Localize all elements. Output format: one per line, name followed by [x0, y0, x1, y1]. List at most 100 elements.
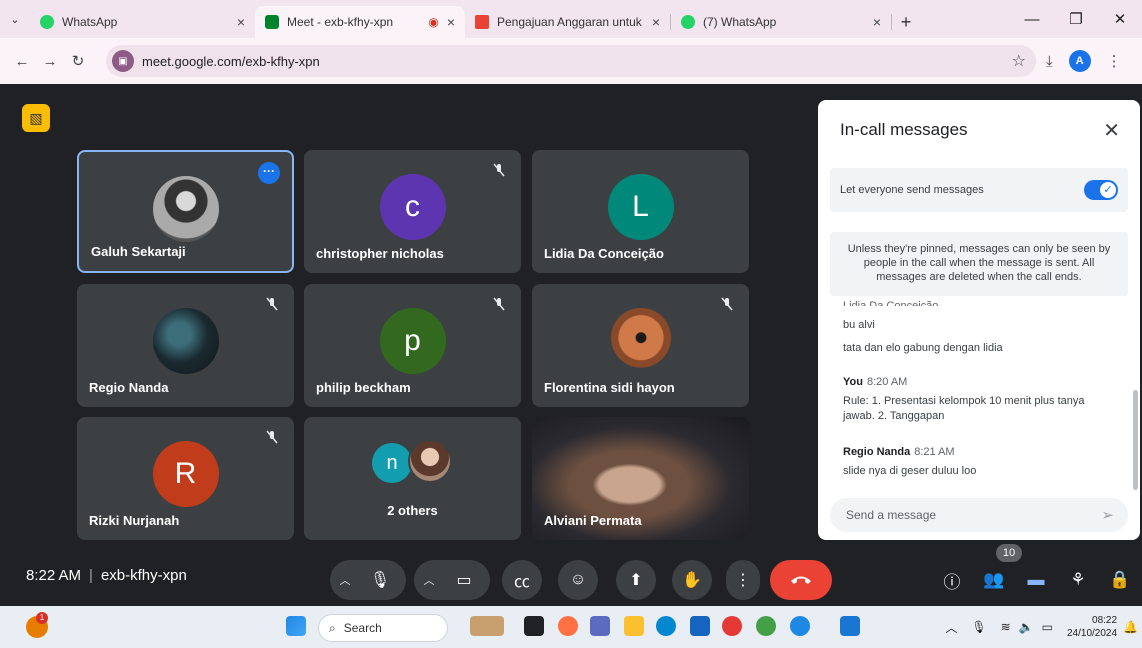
- tab-whatsapp-2[interactable]: (7) WhatsApp ×: [671, 6, 891, 38]
- meeting-details: 8:22 AM | exb-kfhy-xpn: [26, 567, 187, 584]
- message-sender: Regio Nanda: [843, 446, 911, 458]
- store-icon[interactable]: [690, 616, 710, 636]
- profile-avatar[interactable]: A: [1068, 50, 1091, 72]
- file-explorer-icon[interactable]: [624, 616, 644, 636]
- minimize-icon[interactable]: —: [1010, 11, 1054, 28]
- message-group: You 8:20 AM Rule: 1. Presentasi kelompok …: [843, 376, 1118, 432]
- present-screen-icon[interactable]: ⬆: [616, 560, 656, 600]
- word-icon[interactable]: [840, 616, 860, 636]
- microphone-icon[interactable]: 🎙: [360, 570, 400, 590]
- raise-hand-icon[interactable]: ✋: [672, 560, 712, 600]
- show-hidden-icons-icon[interactable]: ︿: [945, 619, 957, 636]
- browser-toolbar: ← → ↻ ▣ meet.google.com/exb-kfhy-xpn ☆ ⤓…: [0, 38, 1142, 84]
- allow-messages-toggle[interactable]: ✓: [1084, 180, 1118, 200]
- task-view-icon[interactable]: [524, 616, 544, 636]
- notifications-bell-icon[interactable]: 🔔: [1123, 620, 1138, 634]
- close-tab-icon[interactable]: ×: [237, 14, 245, 30]
- tab-meet[interactable]: Meet - exb-kfhy-xpn ◉ ×: [255, 6, 465, 38]
- participant-tile[interactable]: p philip beckham: [304, 284, 521, 407]
- close-tab-icon[interactable]: ×: [873, 14, 881, 30]
- no-camera-indicator-icon[interactable]: ▧: [22, 104, 50, 132]
- message-list[interactable]: Lidia Da Conceição bu alvi tata dan elo …: [818, 300, 1128, 484]
- audio-options-icon[interactable]: ︿: [330, 572, 360, 588]
- meeting-details-icon[interactable]: ⓘ: [938, 566, 966, 594]
- message-sender: You: [843, 376, 863, 388]
- message-scrollbar[interactable]: [1133, 390, 1138, 490]
- participant-name: Florentina sidi hayon: [544, 380, 675, 395]
- clock-time: 08:22: [1092, 615, 1118, 626]
- start-menu-icon[interactable]: [286, 616, 306, 636]
- avatar-initial: R: [152, 441, 219, 507]
- back-icon[interactable]: ←: [8, 53, 36, 70]
- restore-icon[interactable]: ❐: [1054, 10, 1098, 28]
- emoji-reaction-icon[interactable]: ☺: [558, 560, 598, 600]
- menu-dots-icon[interactable]: ⋮: [1107, 52, 1122, 70]
- forward-icon[interactable]: →: [36, 53, 64, 70]
- message-input[interactable]: Send a message ➢: [830, 498, 1128, 532]
- leave-call-button[interactable]: [770, 560, 832, 600]
- message-time: 8:21 AM: [914, 446, 955, 458]
- more-options-icon[interactable]: ···: [258, 162, 280, 184]
- video-options-icon[interactable]: ︿: [414, 572, 444, 588]
- browser-tab-bar: ⌄ WhatsApp × Meet - exb-kfhy-xpn ◉ × Pen…: [0, 0, 1142, 38]
- mic-muted-icon: [493, 297, 505, 311]
- chrome-active-icon[interactable]: [790, 616, 810, 636]
- search-icon: ⌕: [329, 620, 336, 635]
- in-call-messages-panel: In-call messages ✕ Let everyone send mes…: [818, 100, 1140, 540]
- captions-icon[interactable]: ㏄: [502, 560, 542, 600]
- close-tab-icon[interactable]: ×: [447, 14, 455, 30]
- participant-video-tile[interactable]: Alviani Permata: [532, 417, 749, 540]
- copilot-icon[interactable]: [558, 616, 578, 636]
- close-tab-icon[interactable]: ×: [652, 14, 660, 30]
- clock[interactable]: 08:22 24/10/2024: [1067, 614, 1117, 640]
- close-icon[interactable]: ✕: [1103, 118, 1120, 143]
- host-controls-icon[interactable]: 🔒: [1106, 566, 1134, 594]
- avatar-initial: p: [379, 308, 446, 374]
- wifi-icon[interactable]: ≋: [1001, 620, 1011, 634]
- close-window-icon[interactable]: ✕: [1098, 10, 1142, 28]
- site-info-icon[interactable]: ▣: [112, 50, 134, 72]
- send-icon[interactable]: ➢: [1101, 506, 1114, 524]
- download-icon[interactable]: ⤓: [1046, 53, 1053, 70]
- message-placeholder: Send a message: [846, 508, 937, 522]
- microphone-tray-icon[interactable]: 🎙: [971, 620, 986, 634]
- participant-tile[interactable]: Regio Nanda: [77, 284, 294, 407]
- reload-icon[interactable]: ↻: [64, 52, 92, 70]
- others-tile[interactable]: n 2 others: [304, 417, 521, 540]
- new-tab-button[interactable]: +: [892, 6, 920, 38]
- camera-icon[interactable]: ▭: [444, 570, 484, 590]
- tab-whatsapp[interactable]: WhatsApp ×: [30, 6, 255, 38]
- participant-tile[interactable]: L Lidia Da Conceição: [532, 150, 749, 273]
- chrome-profile-icon[interactable]: [756, 616, 776, 636]
- avatar-initial: L: [607, 174, 674, 240]
- participant-tile[interactable]: R Rizki Nurjanah: [77, 417, 294, 540]
- chrome-icon[interactable]: [722, 616, 742, 636]
- participant-tile[interactable]: ··· Galuh Sekartaji: [77, 150, 294, 273]
- whatsapp-icon: [681, 15, 695, 29]
- more-options-icon[interactable]: ⋮: [726, 560, 760, 600]
- battery-icon[interactable]: ▭: [1042, 620, 1053, 634]
- meeting-code: exb-kfhy-xpn: [100, 567, 187, 584]
- volume-icon[interactable]: 🔈: [1019, 620, 1034, 634]
- activities-icon[interactable]: ⚘: [1064, 566, 1092, 594]
- participant-name: philip beckham: [316, 380, 411, 395]
- people-icon[interactable]: 👥: [980, 566, 1008, 594]
- teams-icon[interactable]: [590, 616, 610, 636]
- chat-icon[interactable]: ▬: [1022, 566, 1050, 594]
- address-bar[interactable]: ▣ meet.google.com/exb-kfhy-xpn ☆: [106, 45, 1036, 77]
- tab-gmail[interactable]: Pengajuan Anggaran untuk Kon ×: [465, 6, 670, 38]
- message-sender: Lidia Da Conceição: [843, 300, 939, 306]
- participant-tile[interactable]: Florentina sidi hayon: [532, 284, 749, 407]
- tab-search-button[interactable]: ⌄: [0, 0, 30, 38]
- participant-tile[interactable]: c christopher nicholas: [304, 150, 521, 273]
- tab-title: Pengajuan Anggaran untuk Kon: [497, 15, 644, 29]
- bookmark-star-icon[interactable]: ☆: [1012, 51, 1026, 71]
- taskbar-search[interactable]: ⌕ Search: [318, 614, 448, 642]
- widgets-app-icon[interactable]: [470, 616, 504, 636]
- clock-date: 24/10/2024: [1066, 628, 1118, 639]
- participant-name: Galuh Sekartaji: [91, 244, 186, 259]
- meet-icon: [265, 15, 279, 29]
- edge-icon[interactable]: [656, 616, 676, 636]
- message-group: bu alvi tata dan elo gabung dengan lidia: [843, 318, 1118, 364]
- participant-name: Lidia Da Conceição: [544, 246, 664, 261]
